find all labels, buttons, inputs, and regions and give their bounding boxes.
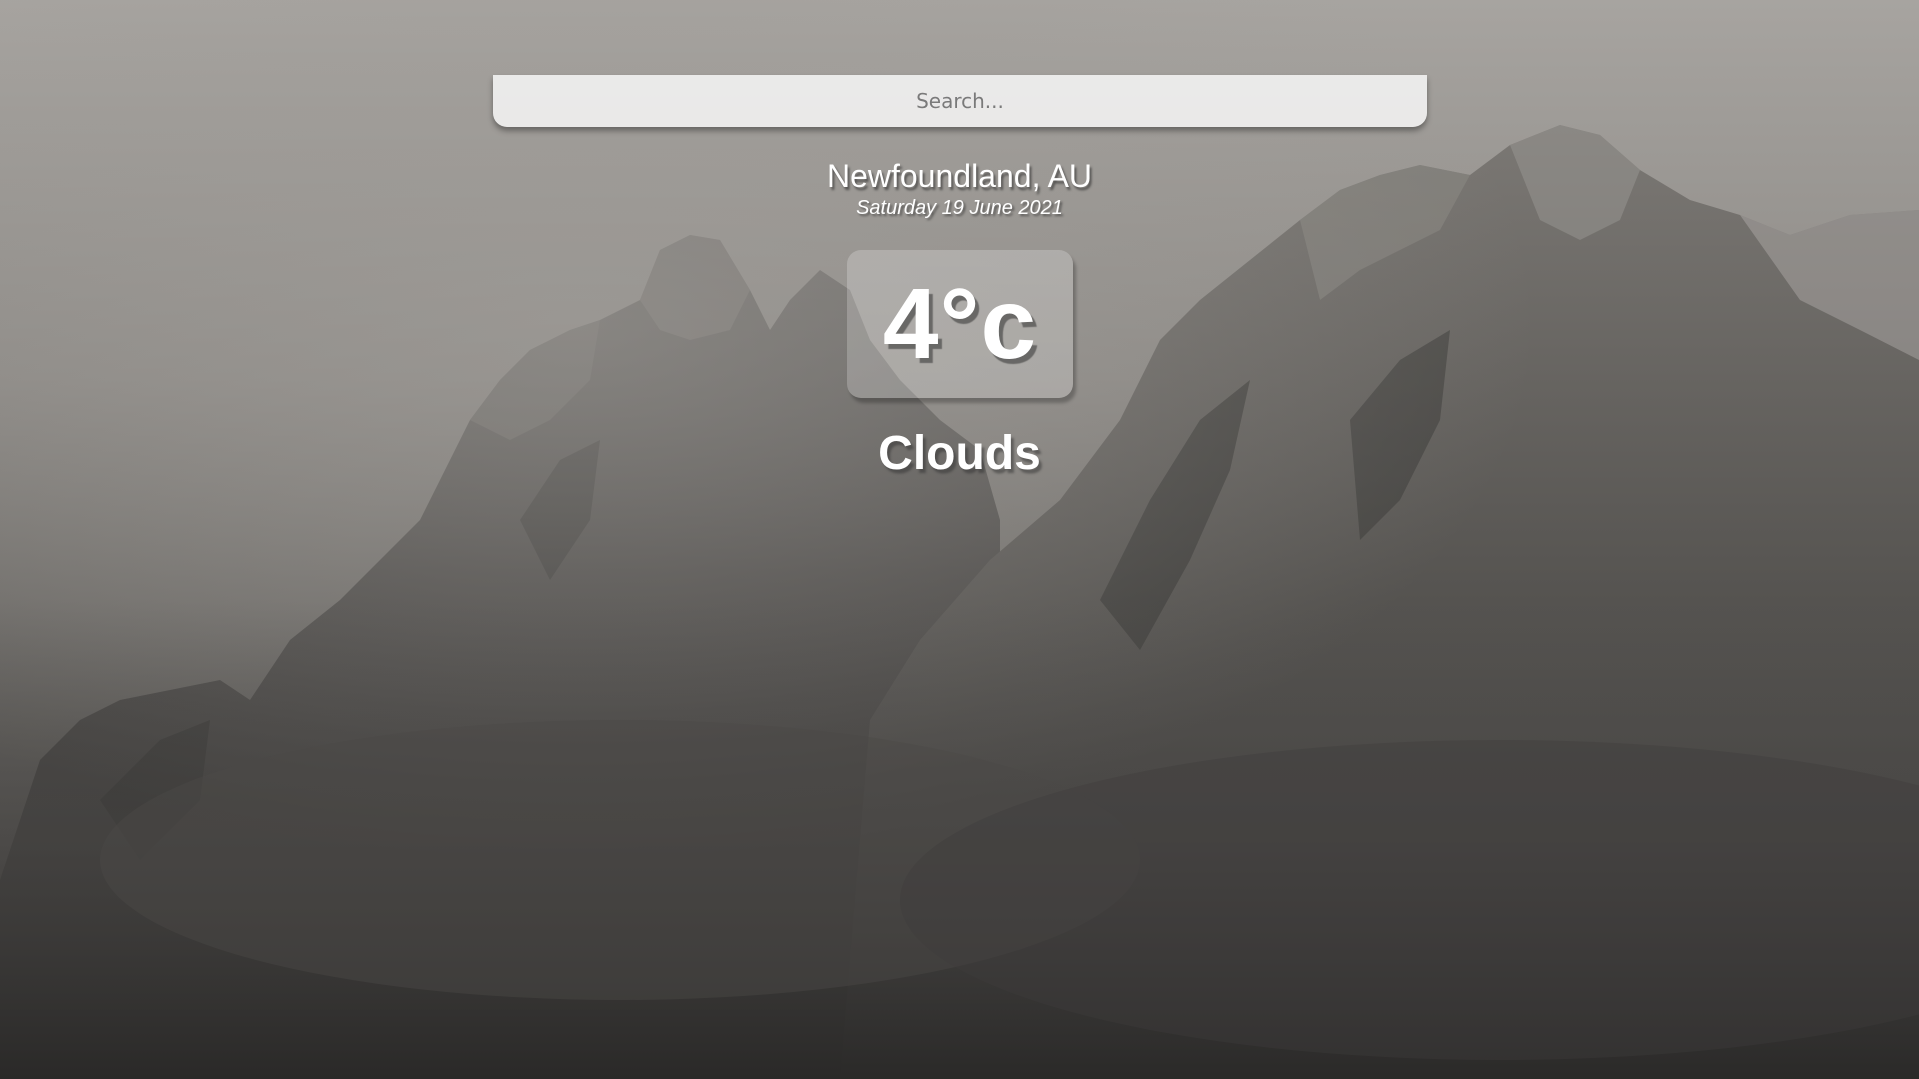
location-label: Newfoundland, AU	[826, 158, 1093, 194]
weather-app: Newfoundland, AU Saturday 19 June 2021 4…	[0, 0, 1919, 1079]
temperature-value: 4°c	[882, 268, 1038, 380]
date-label: Saturday 19 June 2021	[856, 197, 1063, 219]
weather-condition: Clouds	[878, 427, 1041, 480]
search-input[interactable]	[493, 75, 1427, 127]
temperature-card: 4°c	[847, 250, 1073, 398]
